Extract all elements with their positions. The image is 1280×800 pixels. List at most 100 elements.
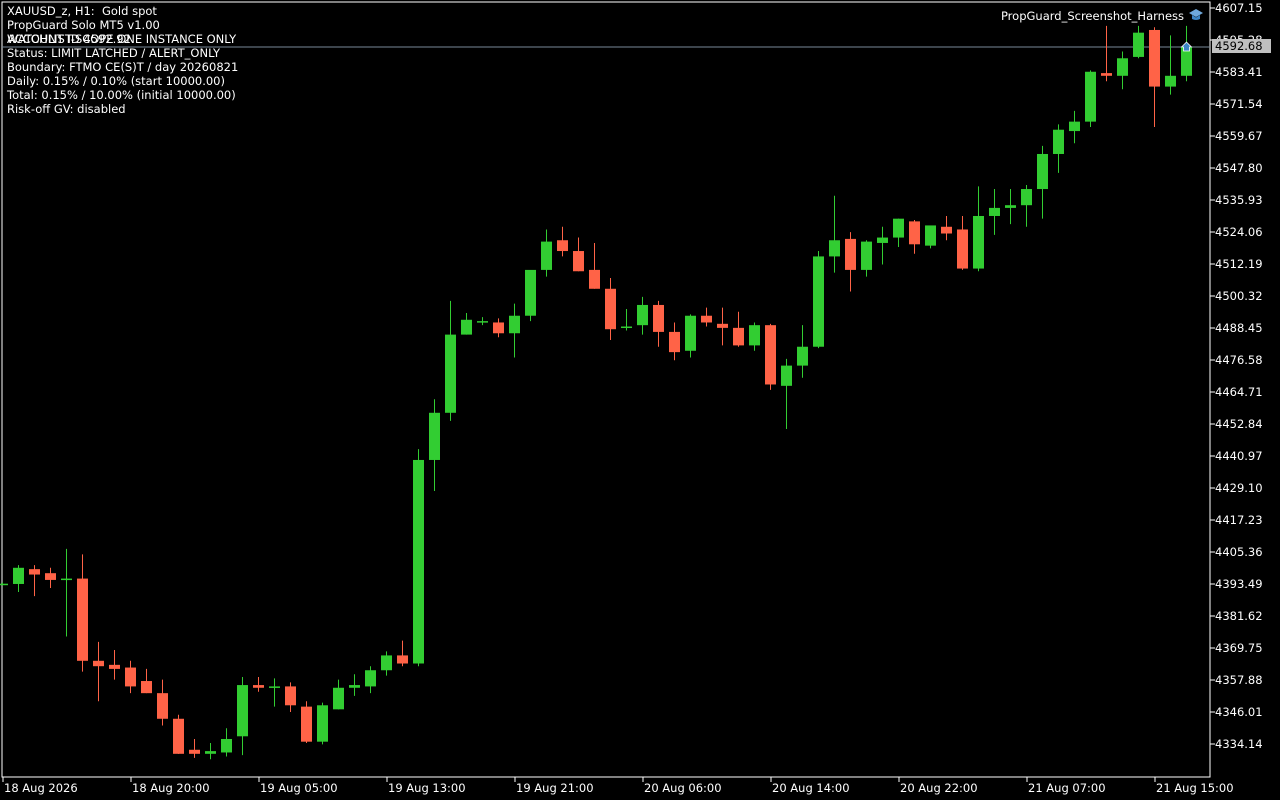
candle-bull — [509, 315, 520, 334]
candle-bull — [333, 687, 344, 710]
candle-bear — [29, 569, 40, 575]
candle-bull — [1165, 75, 1176, 87]
info-line-scope: WATCHLIST-SCOPE ONE INSTANCE ONLY — [7, 32, 237, 46]
price-label: 4452.84 — [1215, 417, 1263, 431]
candle-bear — [845, 238, 856, 270]
candle-bull — [429, 412, 440, 460]
price-label: 4429.10 — [1215, 481, 1263, 495]
candle-bear — [557, 240, 568, 252]
candle-bear — [573, 251, 584, 272]
candle-bull — [621, 326, 632, 329]
time-label: 21 Aug 15:00 — [1156, 781, 1234, 795]
candle-bull — [781, 365, 792, 386]
price-label: 4524.06 — [1215, 225, 1263, 239]
current-price-tag: 4592.68 — [1212, 39, 1271, 53]
time-label: 19 Aug 13:00 — [388, 781, 466, 795]
price-label: 4476.58 — [1215, 353, 1263, 367]
price-label: 4583.41 — [1215, 65, 1263, 79]
candle-bull — [61, 578, 72, 581]
price-axis[interactable]: 4607.154595.284583.414571.544559.674547.… — [1210, 1, 1263, 751]
candle-bear — [701, 315, 712, 323]
info-line-daily: Daily: 0.15% / 0.10% (start 10000.00) — [7, 74, 225, 88]
time-label: 18 Aug 2026 — [4, 781, 78, 795]
info-line-ea-version: PropGuard Solo MT5 v1.00 — [7, 18, 160, 32]
candle-bull — [381, 655, 392, 671]
candle-bear — [397, 655, 408, 664]
candle-bull — [1005, 205, 1016, 208]
candle-bull — [477, 321, 488, 323]
candle-bear — [957, 229, 968, 269]
candle-bull — [205, 751, 216, 754]
candle-bear — [93, 660, 104, 667]
price-label: 4440.97 — [1215, 449, 1263, 463]
candle-bull — [365, 670, 376, 687]
time-label: 20 Aug 14:00 — [772, 781, 850, 795]
candle-bear — [669, 331, 680, 353]
candle-bull — [1085, 71, 1096, 122]
time-axis[interactable]: 18 Aug 2026 18 Aug 20:00 19 Aug 05:00 19 Au… — [2, 777, 1234, 795]
candle-bear — [733, 327, 744, 346]
candle-bull — [1133, 32, 1144, 57]
candle-bear — [653, 304, 664, 332]
candle-bear — [301, 706, 312, 742]
candle-bear — [909, 221, 920, 245]
candle-bear — [141, 681, 152, 694]
candle-bull — [989, 207, 1000, 216]
price-label: 4346.01 — [1215, 705, 1263, 719]
symbol-title: XAUUSD_z, H1: Gold spot — [7, 4, 157, 18]
price-label: 4488.45 — [1215, 321, 1263, 335]
info-line-boundary: Boundary: FTMO CE(S)T / day 20260821 — [7, 60, 239, 74]
info-line-status: Status: LIMIT LATCHED / ALERT_ONLY — [7, 46, 220, 60]
candle-bull — [1069, 121, 1080, 132]
candle-bull — [461, 319, 472, 335]
candle-bear — [125, 667, 136, 687]
candle-bear — [45, 573, 56, 580]
candle-bull — [813, 256, 824, 347]
expert-name-label[interactable]: PropGuard_Screenshot_Harness — [1001, 9, 1184, 23]
candle-bull — [685, 315, 696, 351]
candle-bull — [893, 218, 904, 238]
candle-bear — [109, 664, 120, 669]
price-chart[interactable]: 4607.154595.284583.414571.544559.674547.… — [0, 0, 1280, 800]
candle-bear — [77, 578, 88, 661]
time-label: 20 Aug 22:00 — [900, 781, 978, 795]
candle-bear — [589, 269, 600, 289]
chart-area[interactable] — [1, 1, 1211, 778]
time-label: 19 Aug 05:00 — [260, 781, 338, 795]
candle-bear — [1101, 73, 1112, 76]
candle-bull — [541, 241, 552, 270]
candle-bull — [925, 225, 936, 246]
candle-bear — [941, 226, 952, 234]
price-label: 4464.71 — [1215, 385, 1263, 399]
candle-bear — [173, 718, 184, 754]
candle-bull — [237, 685, 248, 737]
price-label: 4405.36 — [1215, 545, 1263, 559]
candle-bull — [749, 325, 760, 346]
price-label: 4381.62 — [1215, 609, 1263, 623]
info-line-total: Total: 0.15% / 10.00% (initial 10000.00) — [7, 88, 236, 102]
price-label: 4571.54 — [1215, 97, 1263, 111]
candle-bear — [493, 322, 504, 334]
info-line-riskoff: Risk-off GV: disabled — [7, 102, 126, 116]
candle-bull — [637, 304, 648, 326]
price-label: 4512.19 — [1215, 257, 1263, 271]
candle-bear — [157, 693, 168, 719]
candle-bull — [445, 334, 456, 413]
candle-bull — [269, 686, 280, 688]
time-label: 21 Aug 07:00 — [1028, 781, 1106, 795]
price-label: 4334.14 — [1215, 737, 1263, 751]
candle-bull — [1053, 129, 1064, 154]
price-label: 4500.32 — [1215, 289, 1263, 303]
price-label: 4607.15 — [1215, 1, 1263, 15]
price-label: 4417.23 — [1215, 513, 1263, 527]
candle-bull — [829, 240, 840, 257]
time-label: 18 Aug 20:00 — [132, 781, 210, 795]
expert-cap-icon[interactable] — [1188, 8, 1204, 22]
candle-bear — [253, 685, 264, 688]
candle-bull — [413, 459, 424, 664]
price-label: 4369.75 — [1215, 641, 1263, 655]
candle-bear — [189, 749, 200, 754]
candle-bull — [797, 346, 808, 366]
price-label: 4535.93 — [1215, 193, 1263, 207]
candle-bull — [13, 567, 24, 584]
